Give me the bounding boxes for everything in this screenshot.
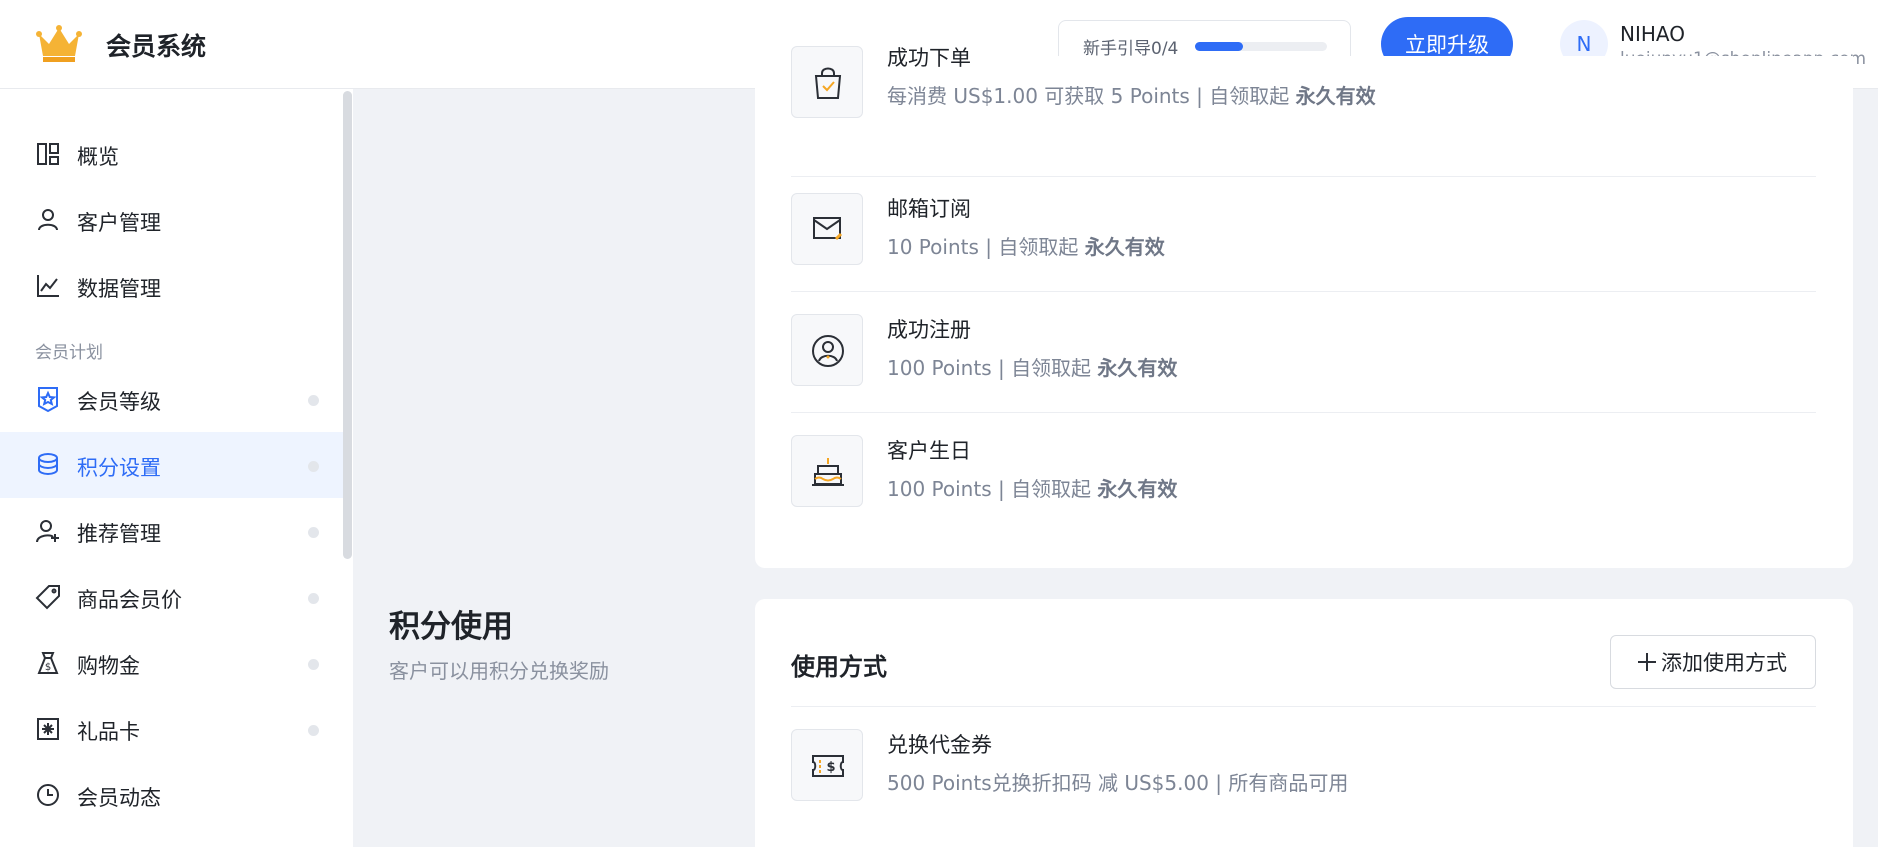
rule-validity: 永久有效 [1084, 235, 1165, 259]
sidebar-item-label: 积分设置 [77, 456, 161, 480]
icon-box: $ [791, 729, 863, 801]
icon-box [791, 435, 863, 507]
sidebar-item-label: 客户管理 [77, 211, 161, 235]
list-item[interactable]: 客户生日 100 Points | 自领取起 永久有效 [791, 413, 1816, 534]
list-item[interactable]: 成功注册 100 Points | 自领取起 永久有效 [791, 292, 1816, 413]
svg-text:$: $ [826, 760, 835, 775]
money-bag-icon: $ [37, 652, 59, 674]
sidebar-item-label: 会员等级 [77, 390, 161, 414]
rule-desc: 10 Points | 自领取起 永久有效 [887, 231, 1165, 260]
status-dot [308, 527, 319, 538]
sidebar-item-label: 商品会员价 [77, 588, 182, 612]
sidebar-item-label: 推荐管理 [77, 522, 161, 546]
shopping-bag-icon [814, 67, 842, 99]
card-title: 使用方式 [791, 653, 887, 681]
status-dot [308, 725, 319, 736]
list-item[interactable]: 成功下单 每消费 US$1.00 可获取 5 Points | 自领取起 永久有… [791, 46, 1816, 177]
coins-icon [38, 453, 58, 476]
tag-icon [35, 585, 60, 610]
usage-title: 兑换代金券 [887, 733, 992, 757]
rule-desc-text: 100 Points | 自领取起 [887, 477, 1092, 501]
sidebar-item-points-settings[interactable]: 积分设置 [0, 432, 343, 498]
icon-box [791, 193, 863, 265]
sidebar-item-label: 礼品卡 [77, 720, 140, 744]
sidebar-item-label: 数据管理 [77, 277, 161, 301]
section-label-membership: 会员计划 [35, 343, 103, 363]
rule-desc: 每消费 US$1.00 可获取 5 Points | 自领取起 永久有效 [887, 80, 1376, 109]
icon-box [791, 46, 863, 118]
status-dot [308, 593, 319, 604]
status-dot [308, 395, 319, 406]
crown-logo-icon [36, 25, 82, 62]
rule-title: 邮箱订阅 [887, 197, 971, 221]
sidebar-item-overview[interactable]: 概览 [0, 121, 343, 187]
status-dot [308, 659, 319, 670]
user-circle-icon [812, 335, 844, 367]
rule-desc: 100 Points | 自领取起 永久有效 [887, 352, 1177, 381]
plus-icon [1638, 653, 1656, 671]
guide-progress-fill [1195, 42, 1243, 51]
sidebar-item-shopping-credit[interactable]: $ 购物金 [0, 630, 343, 696]
user-plus-icon [36, 520, 59, 543]
gift-card-icon [37, 718, 59, 740]
dashboard-icon [37, 143, 59, 165]
sidebar-item-gift-card[interactable]: 礼品卡 [0, 696, 343, 762]
voucher-icon: $ [812, 755, 844, 777]
sidebar-item-data[interactable]: 数据管理 [0, 253, 343, 319]
cake-icon [812, 458, 844, 486]
section-subtitle: 客户可以用积分兑换奖励 [389, 659, 609, 683]
app-title: 会员系统 [106, 32, 207, 61]
list-item[interactable]: 邮箱订阅 10 Points | 自领取起 永久有效 [791, 171, 1816, 292]
star-badge-icon [38, 387, 58, 413]
user-name[interactable]: NIHAO [1620, 22, 1685, 46]
rule-desc-text: 10 Points | 自领取起 [887, 235, 1079, 259]
add-usage-method-button[interactable]: 添加使用方式 [1610, 635, 1816, 689]
rule-desc-text: 每消费 US$1.00 可获取 5 Points | 自领取起 [887, 84, 1290, 108]
user-icon [38, 209, 58, 231]
sidebar: 概览 客户管理 数据管理 会员计划 会员等级 积分设置 推荐管理 商品会员价 $… [0, 89, 353, 847]
sidebar-item-referrals[interactable]: 推荐管理 [0, 498, 343, 564]
usage-methods-card: 使用方式 添加使用方式 $ 兑换代金券 500 Points兑换折扣码 减 US… [755, 599, 1853, 847]
rule-title: 成功注册 [887, 318, 971, 342]
rule-title: 成功下单 [887, 46, 971, 70]
sidebar-item-customers[interactable]: 客户管理 [0, 187, 343, 253]
sidebar-item-member-activity[interactable]: 会员动态 [0, 762, 343, 828]
guide-progress-bar [1195, 42, 1327, 51]
rule-validity: 永久有效 [1097, 356, 1178, 380]
sidebar-item-member-levels[interactable]: 会员等级 [0, 366, 343, 432]
svg-text:$: $ [45, 662, 51, 673]
add-usage-method-label: 添加使用方式 [1661, 651, 1787, 675]
clock-icon [37, 784, 59, 806]
mail-icon [813, 217, 843, 241]
rule-title: 客户生日 [887, 439, 971, 463]
sidebar-item-label: 概览 [77, 145, 119, 169]
status-dot [308, 461, 319, 472]
usage-desc: 500 Points兑换折扣码 减 US$5.00 | 所有商品可用 [887, 771, 1349, 795]
sidebar-item-member-price[interactable]: 商品会员价 [0, 564, 343, 630]
rule-desc-text: 100 Points | 自领取起 [887, 356, 1092, 380]
earn-rules-card: 成功下单 每消费 US$1.00 可获取 5 Points | 自领取起 永久有… [755, 46, 1853, 568]
rule-desc: 100 Points | 自领取起 永久有效 [887, 473, 1177, 502]
sidebar-item-label: 购物金 [77, 654, 140, 678]
icon-box [791, 314, 863, 386]
rule-validity: 永久有效 [1097, 477, 1178, 501]
sidebar-item-label: 会员动态 [77, 786, 161, 810]
sidebar-scrollbar[interactable] [343, 91, 352, 559]
list-item[interactable]: $ 兑换代金券 500 Points兑换折扣码 减 US$5.00 | 所有商品… [791, 707, 1816, 828]
section-title-points-usage: 积分使用 [389, 609, 513, 645]
rule-validity: 永久有效 [1295, 84, 1376, 108]
chart-icon [37, 275, 59, 297]
